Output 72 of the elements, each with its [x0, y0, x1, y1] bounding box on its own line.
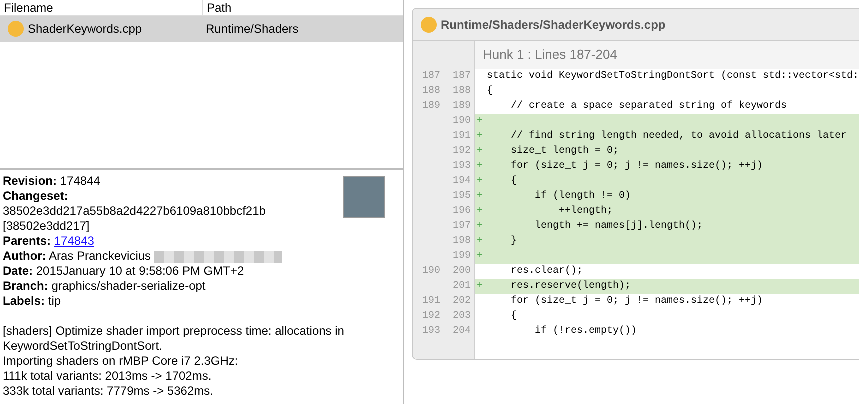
detail-label: Labels:	[3, 294, 46, 308]
line-number: 204	[452, 325, 472, 339]
hunk-header: Hunk 1 : Lines 187-204	[475, 41, 859, 69]
detail-label: Parents:	[3, 234, 52, 248]
added-line: + length += names[j].length();	[475, 219, 859, 234]
code-line: {	[486, 84, 494, 99]
modified-icon	[8, 21, 24, 37]
line-number: 194	[452, 175, 472, 189]
line-number: 192	[421, 310, 442, 324]
line-number: 188	[452, 85, 472, 99]
detail-label: Date:	[3, 264, 34, 278]
line-number: 189	[452, 100, 472, 114]
line-number: 196	[452, 205, 472, 219]
code-line: // create a space separated string of keywords	[510, 100, 788, 114]
line-number: 193	[421, 325, 442, 339]
line-number: 190	[452, 115, 472, 129]
line-number: 195	[452, 190, 472, 204]
added-line: + size_t length = 0;	[475, 144, 859, 159]
line-number: 200	[452, 265, 472, 279]
added-line: +	[475, 249, 859, 264]
detail-label: Changeset:	[3, 189, 68, 203]
detail-value: 174844	[60, 174, 100, 188]
detail-value: Aras Pranckevicius	[49, 249, 152, 263]
line-number: 193	[452, 160, 472, 174]
line-number: 191	[421, 295, 442, 309]
added-line: + if (length != 0)	[475, 189, 859, 204]
added-line: + res.reserve(length);	[475, 279, 859, 294]
diff-file-title: Runtime/Shaders/ShaderKeywords.cpp	[441, 16, 666, 34]
detail-label: Author:	[3, 249, 46, 263]
file-row[interactable]: ShaderKeywords.cpp Runtime/Shaders	[0, 16, 403, 42]
column-header[interactable]: Path	[202, 0, 402, 15]
avatar-photo-placeholder	[343, 176, 385, 218]
line-number: 202	[452, 295, 472, 309]
column-header[interactable]: Filename	[0, 0, 202, 15]
line-number: 188	[421, 85, 442, 99]
added-line: + }	[475, 234, 859, 249]
added-line: +	[475, 114, 859, 129]
line-number: 187	[421, 70, 442, 84]
line-number: 201	[452, 280, 472, 294]
code-line: if (!res.empty())	[534, 324, 638, 339]
added-line: + for (size_t j = 0; j != names.size(); ++j)	[475, 159, 859, 174]
commit-message-line: 111k total variants: 2013ms -> 1702ms.	[3, 369, 213, 384]
line-number: 199	[452, 250, 472, 264]
detail-label: Branch:	[3, 279, 48, 293]
parent-link[interactable]: 174843	[54, 234, 94, 248]
line-number: 192	[452, 145, 472, 159]
line-number: 198	[452, 235, 472, 249]
detail-value: [38502e3dd217]	[3, 219, 90, 233]
detail-value: 2015January 10 at 9:58:06 PM GMT+2	[36, 264, 244, 278]
line-number: 203	[452, 310, 472, 324]
detail-value: 38502e3dd217a55b8a2d4227b6109a810bbcf21b	[3, 204, 266, 218]
line-number: 187	[452, 70, 472, 84]
line-number: 197	[452, 220, 472, 234]
added-line: + // find string length needed, to avoid allocations later	[475, 129, 859, 144]
filename-text: ShaderKeywords.cpp	[28, 21, 142, 38]
line-number: 190	[421, 265, 442, 279]
detail-value: graphics/shader-serialize-opt	[52, 279, 206, 293]
detail-label: Revision:	[3, 174, 58, 188]
path-text: Runtime/Shaders	[205, 21, 300, 38]
commit-message-line: [shaders] Optimize shader import preprocess time: allocations in KeywordSetToStringDontSort.	[3, 324, 346, 354]
line-number: 191	[452, 130, 472, 144]
detail-value: tip	[48, 294, 62, 308]
modified-icon	[421, 16, 437, 32]
commit-message-line: Importing shaders on rMBP Core i7 2.3GHz:	[3, 354, 240, 369]
line-number: 189	[421, 100, 442, 114]
commit-message-line: 333k total variants: 7779ms -> 5362ms.	[3, 384, 214, 399]
added-line: + ++length;	[475, 204, 859, 219]
code-line: {	[510, 310, 518, 324]
code-line: res.clear();	[510, 264, 584, 279]
added-line: + {	[475, 174, 859, 189]
code-line: static void KeywordSetToStringDontSort (const std::vector<std:	[486, 70, 859, 84]
code-line: for (size_t j = 0; j != names.size(); ++j)	[510, 294, 764, 309]
